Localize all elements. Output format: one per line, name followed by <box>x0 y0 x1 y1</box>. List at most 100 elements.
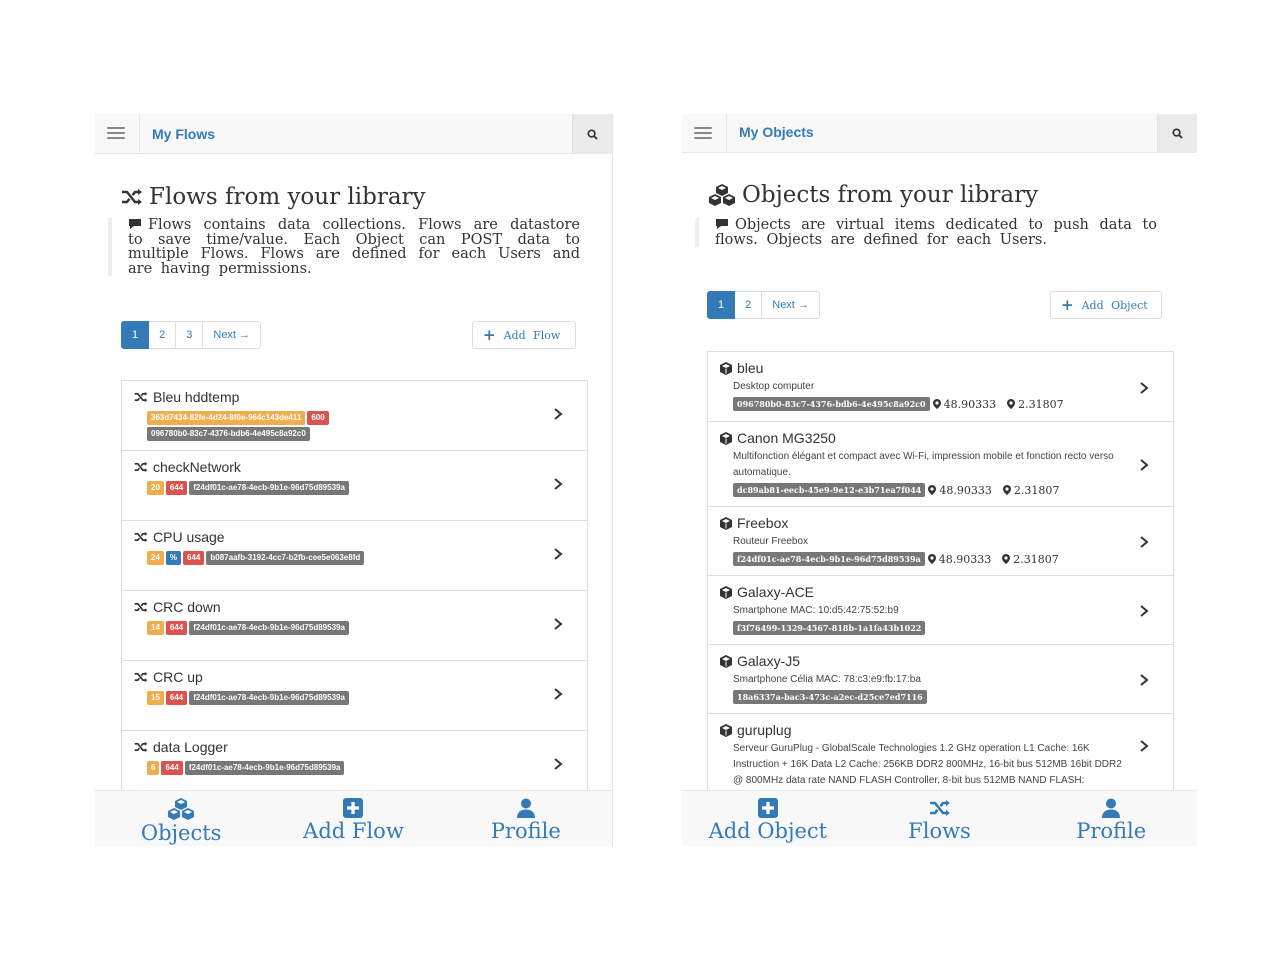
flow-title-text: data Logger <box>153 739 228 755</box>
map-marker-icon <box>927 554 936 564</box>
flow-badge: f24df01c-ae78-4ecb-9b1e-96d75d89539a <box>189 481 349 495</box>
nav-profile-label: Profile <box>490 819 561 843</box>
object-meta: dc89ab81-eecb-45e9-9e12-e3b71ea7f044 48.9… <box>733 483 1059 497</box>
chevron-right-icon <box>553 548 563 560</box>
user-icon <box>516 798 535 818</box>
cube-icon <box>720 361 732 375</box>
page-2[interactable]: 2 <box>735 291 763 319</box>
flow-badge: 644 <box>165 691 188 705</box>
object-title-text: bleu <box>737 360 764 376</box>
flow-list-item[interactable]: CPU usage 24% 644 b087aafb-3192-4cc7-b2fb-c… <box>121 520 588 591</box>
page-title: Objects from your library <box>708 182 1038 208</box>
map-marker-icon <box>1007 399 1016 409</box>
nav-profile[interactable]: Profile <box>1025 791 1197 846</box>
flow-title: checkNetwork <box>134 459 241 475</box>
next-page[interactable]: Next → <box>203 321 262 349</box>
add-flow-button[interactable]: + Add Flow <box>472 321 576 349</box>
object-description: Routeur Freebox <box>733 536 809 547</box>
page-3[interactable]: 3 <box>176 321 204 349</box>
object-meta: f3f76499-1329-4567-818b-1a1fa43b1022 <box>733 621 926 635</box>
object-list-item[interactable]: Canon MG3250 Multifonction élégant et com… <box>707 421 1174 507</box>
page-1[interactable]: 1 <box>121 321 150 349</box>
flow-list-item[interactable]: CRC up 15 644 f24df01c-ae78-4ecb-9b1e-96d75… <box>121 660 588 731</box>
page-1[interactable]: 1 <box>707 291 736 319</box>
flow-badge: 6 <box>147 761 160 775</box>
map-marker-icon <box>932 399 941 409</box>
object-latitude: 48.90333 <box>943 397 997 411</box>
object-id-badge: 18a6337a-bac3-473c-a2ec-d25ce7ed7116 <box>733 690 927 704</box>
hamburger-menu-icon[interactable] <box>95 114 139 154</box>
flows-screen: My Flows Flows from your library Flows c… <box>95 114 613 846</box>
object-description: Smartphone MAC: 10:d5:42:75:52:b9 <box>733 605 899 616</box>
flow-title: Bleu hddtemp <box>134 389 239 405</box>
pagination: 1 2 Next → <box>707 291 820 319</box>
page-2[interactable]: 2 <box>149 321 177 349</box>
flow-badges: 24% 644 b087aafb-3192-4cc7-b2fb-cee5e063e8… <box>147 551 387 565</box>
flow-title: CRC up <box>134 669 203 685</box>
flow-badge: 15 <box>147 691 164 705</box>
map-marker-icon <box>928 485 937 495</box>
description-text: Flows contains data collections. Flows a… <box>128 217 580 277</box>
next-page[interactable]: Next → <box>762 291 820 319</box>
flow-title-text: CRC down <box>153 599 221 615</box>
flow-list-item[interactable]: CRC down 14 644 f24df01c-ae78-4ecb-9b1e-96d… <box>121 590 588 661</box>
chevron-right-icon <box>553 408 563 420</box>
object-description: Serveur GuruPlug - GlobalScale Technolog… <box>733 743 1122 786</box>
nav-add-flow[interactable]: Add Flow <box>267 791 439 846</box>
object-meta: 18a6337a-bac3-473c-a2ec-d25ce7ed7116 <box>733 690 927 704</box>
add-object-button[interactable]: + Add Object <box>1050 291 1162 319</box>
nav-title[interactable]: My Flows <box>139 114 215 154</box>
nav-flows-label: Flows <box>908 819 971 843</box>
flow-badge: f24df01c-ae78-4ecb-9b1e-96d75d89539a <box>189 621 349 635</box>
flow-badge: f24df01c-ae78-4ecb-9b1e-96d75d89539a <box>184 761 345 775</box>
map-marker-icon <box>1002 554 1011 564</box>
flow-title-text: CPU usage <box>153 529 225 545</box>
object-title-text: guruplug <box>737 722 792 738</box>
hamburger-menu-icon[interactable] <box>682 114 726 154</box>
nav-objects[interactable]: Objects <box>95 791 267 846</box>
flows-list: Bleu hddtemp 363d7434-82fe-4d24-8f0e-964c… <box>121 380 588 801</box>
flow-badges: 15 644 f24df01c-ae78-4ecb-9b1e-96d75d89539… <box>147 691 387 705</box>
object-latitude: 48.90333 <box>938 552 992 566</box>
flow-badge: 14 <box>147 621 164 635</box>
flow-badge: % <box>165 551 182 565</box>
add-flow-label: Add Flow <box>503 328 561 342</box>
comment-icon <box>129 219 141 229</box>
nav-profile-label: Profile <box>1076 819 1147 843</box>
object-title-text: Canon MG3250 <box>737 430 836 446</box>
top-navbar: My Objects <box>682 114 1197 153</box>
object-title: bleu <box>720 360 763 376</box>
random-icon <box>122 189 142 205</box>
nav-profile[interactable]: Profile <box>440 791 612 846</box>
object-title: Canon MG3250 <box>720 430 836 446</box>
chevron-right-icon <box>553 618 563 630</box>
flow-badge: 363d7434-82fe-4d24-8f0e-964c143de411 <box>147 411 306 425</box>
object-title: guruplug <box>720 722 792 738</box>
nav-add-flow-label: Add Flow <box>303 819 404 843</box>
map-marker-icon <box>1002 485 1011 495</box>
flow-badge: 24 <box>147 551 164 565</box>
cubes-icon <box>168 798 195 820</box>
object-title: Galaxy-ACE <box>720 584 814 600</box>
bottom-nav: Add Object Flows Profile <box>682 790 1197 846</box>
object-list-item[interactable]: Freebox Routeur Freebox f24df01c-ae78-4ecb… <box>707 506 1174 576</box>
flow-list-item[interactable]: Bleu hddtemp 363d7434-82fe-4d24-8f0e-964c… <box>121 380 588 451</box>
plus-square-icon <box>757 798 778 818</box>
object-list-item[interactable]: Galaxy-ACE Smartphone MAC: 10:d5:42:75:52… <box>707 575 1174 645</box>
plus-icon: + <box>1061 296 1074 314</box>
nav-flows[interactable]: Flows <box>854 791 1026 846</box>
object-list-item[interactable]: Galaxy-J5 Smartphone Célia MAC: 78:c3:e9:… <box>707 644 1174 714</box>
object-meta: 096780b0-83c7-4376-bdb6-4e495c8a92c0 48.9… <box>733 397 1064 411</box>
object-title-text: Galaxy-ACE <box>737 584 815 600</box>
object-id-badge: f24df01c-ae78-4ecb-9b1e-96d75d89539a <box>733 552 925 566</box>
object-description: Smartphone Célia MAC: 78:c3:e9:fb:17:ba <box>733 674 921 685</box>
search-button[interactable] <box>1157 114 1197 153</box>
search-button[interactable] <box>572 114 612 154</box>
nav-add-object[interactable]: Add Object <box>682 791 854 846</box>
nav-title[interactable]: My Objects <box>726 114 814 153</box>
object-list-item[interactable]: bleu Desktop computer 096780b0-83c7-4376-b… <box>707 351 1174 422</box>
description-blockquote: Objects are virtual items dedicated to p… <box>695 218 1175 247</box>
flow-list-item[interactable]: checkNetwork 20 644 f24df01c-ae78-4ecb-9b1e… <box>121 450 588 521</box>
chevron-right-icon <box>1139 674 1149 686</box>
cube-icon <box>720 585 732 599</box>
